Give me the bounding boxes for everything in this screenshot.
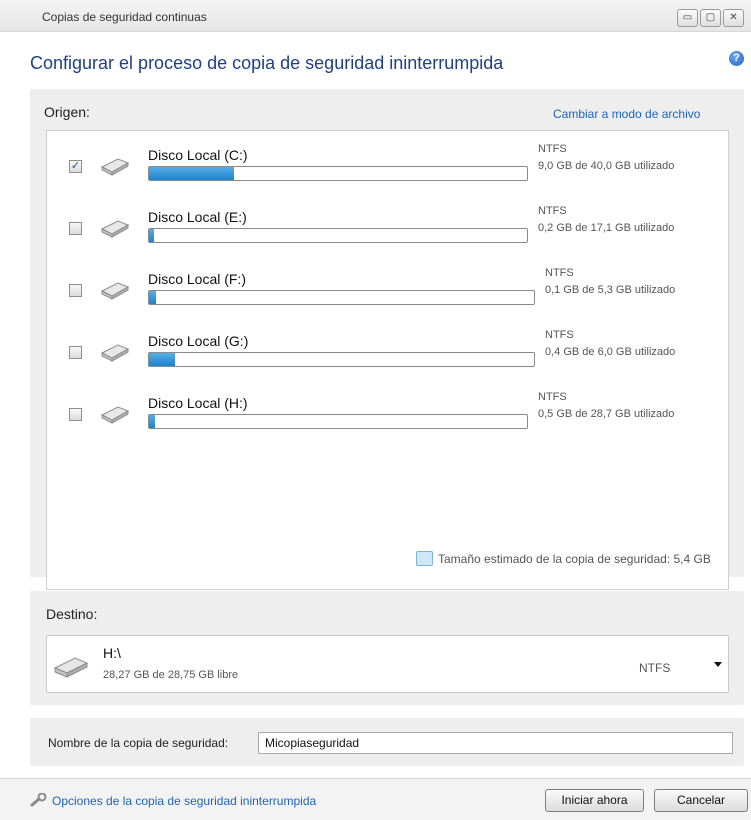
disk-usage-text: 9,0 GB de 40,0 GB utilizado [538,160,675,172]
backup-name-label: Nombre de la copia de seguridad: [48,736,229,750]
disk-usage-fill [149,415,156,428]
disk-name: Disco Local (G:) [148,333,249,349]
destination-path: H:\ [103,645,121,661]
origin-label: Origen: [44,104,90,120]
maximize-button[interactable]: ▢ [700,9,721,27]
destination-label: Destino: [46,606,98,622]
page-title: Configurar el proceso de copia de seguri… [30,53,504,73]
disk-checkbox[interactable] [69,408,82,421]
disk-usage-fill [149,353,175,366]
origin-section: Origen: Cambiar a modo de archivo ✓ Disc… [30,89,744,590]
disk-fs: NTFS [545,329,574,341]
disk-usage-fill [149,291,157,304]
hard-drive-icon [100,344,130,362]
dropdown-arrow-icon[interactable] [714,662,722,667]
hard-drive-icon [100,406,130,424]
start-now-button[interactable]: Iniciar ahora [545,789,644,812]
hard-drive-icon [100,158,130,176]
change-to-file-mode-link[interactable]: Cambiar a modo de archivo [553,107,700,121]
continuous-backup-options-link[interactable]: Opciones de la copia de seguridad ininte… [30,793,316,808]
disk-usage-text: 0,5 GB de 28,7 GB utilizado [538,408,675,420]
disk-usage-fill [149,229,154,242]
disk-row[interactable]: ✓ Disco Local (C:) NTFS 9,0 GB de 40,0 G… [47,143,730,193]
disk-usage-bar [148,166,528,181]
estimated-size-text: Tamaño estimado de la copia de seguridad… [438,552,711,566]
disk-usage-text: 0,2 GB de 17,1 GB utilizado [538,222,675,234]
options-link-label: Opciones de la copia de seguridad ininte… [52,794,317,808]
backup-name-section: Nombre de la copia de seguridad: [30,718,744,766]
disk-usage-bar [148,414,528,429]
destination-select[interactable]: H:\ 28,27 GB de 28,75 GB libre NTFS [46,635,729,693]
disk-name: Disco Local (E:) [148,209,247,225]
disk-usage-bar [148,228,528,243]
disk-name: Disco Local (C:) [148,147,248,163]
header: Configurar el proceso de copia de seguri… [0,32,751,84]
close-button[interactable]: ✕ [723,9,744,27]
disk-list: ✓ Disco Local (C:) NTFS 9,0 GB de 40,0 G… [46,130,729,590]
estimate-color-swatch [416,551,433,566]
destination-free-space: 28,27 GB de 28,75 GB libre [103,669,239,681]
disk-fs: NTFS [538,205,567,217]
disk-usage-fill [149,167,235,180]
backup-name-input[interactable] [258,732,733,754]
disk-fs: NTFS [545,267,574,279]
disk-checkbox[interactable] [69,346,82,359]
disk-row[interactable]: Disco Local (H:) NTFS 0,5 GB de 28,7 GB … [47,391,730,441]
disk-usage-text: 0,1 GB de 5,3 GB utilizado [545,284,676,296]
wrench-icon [30,793,47,807]
disk-checkbox[interactable]: ✓ [69,160,82,173]
destination-fs: NTFS [639,661,671,675]
footer: Opciones de la copia de seguridad ininte… [0,778,751,820]
disk-row[interactable]: Disco Local (G:) NTFS 0,4 GB de 6,0 GB u… [47,329,730,379]
disk-usage-bar [148,352,535,367]
disk-row[interactable]: Disco Local (E:) NTFS 0,2 GB de 17,1 GB … [47,205,730,255]
disk-checkbox[interactable] [69,284,82,297]
disk-name: Disco Local (H:) [148,395,248,411]
minimize-button[interactable]: ▭ [677,9,698,27]
help-icon[interactable]: ? [729,51,744,66]
window-title: Copias de seguridad continuas [42,10,207,24]
disk-fs: NTFS [538,391,567,403]
destination-section: Destino: H:\ 28,27 GB de 28,75 GB libre … [30,591,744,705]
disk-name: Disco Local (F:) [148,271,247,287]
disk-checkbox[interactable] [69,222,82,235]
disk-usage-bar [148,290,535,305]
hard-drive-icon [100,220,130,238]
disk-row[interactable]: Disco Local (F:) NTFS 0,1 GB de 5,3 GB u… [47,267,730,317]
hard-drive-icon [100,282,130,300]
cancel-button[interactable]: Cancelar [654,789,748,812]
disk-usage-text: 0,4 GB de 6,0 GB utilizado [545,346,676,358]
disk-fs: NTFS [538,143,567,155]
title-bar: Copias de seguridad continuas ▭ ▢ ✕ [0,0,751,32]
hard-drive-icon [53,657,89,678]
